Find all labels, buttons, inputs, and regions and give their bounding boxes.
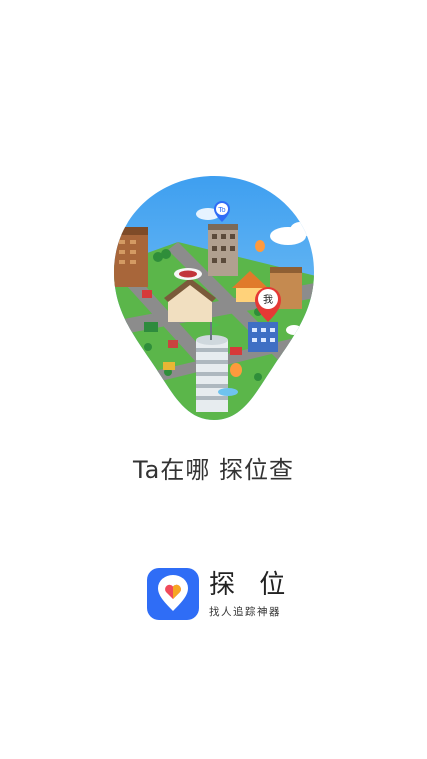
brand-text: 探 位 找人追踪神器 [209,570,293,619]
app-name: 探 位 [209,569,294,600]
my-pin-label: 我 [263,294,273,306]
other-pin-label: To [217,206,225,214]
app-slogan: 找人追踪神器 [209,605,281,618]
map-drop-graphic: To 我 [114,176,314,420]
splash-tagline: Ta在哪 探位查 [132,456,295,484]
location-heart-icon [147,568,199,620]
brand-lockup: 探 位 找人追踪神器 [147,567,293,621]
city-map-illustration: To 我 [108,172,320,424]
